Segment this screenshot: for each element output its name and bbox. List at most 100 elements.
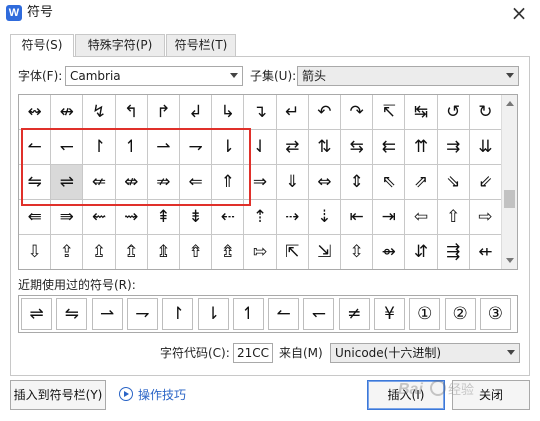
symbol-cell[interactable]: ⇪ xyxy=(51,235,84,269)
tips-link[interactable]: 操作技巧 xyxy=(119,386,186,404)
recent-symbol-cell[interactable]: ② xyxy=(444,298,476,330)
symbol-cell[interactable]: ↮ xyxy=(51,95,84,130)
symbol-cell[interactable]: ↴ xyxy=(244,95,277,130)
symbol-cell[interactable]: ⇚ xyxy=(19,200,52,235)
tab-special-chars[interactable]: 特殊字符(P) xyxy=(75,34,165,56)
symbol-cell[interactable]: ⇰ xyxy=(244,235,277,269)
symbol-cell[interactable]: ⇫ xyxy=(83,235,116,269)
symbol-cell[interactable]: ⇨ xyxy=(469,200,502,235)
symbol-cell[interactable]: ↿ xyxy=(115,130,148,165)
symbol-cell[interactable]: ↱ xyxy=(147,95,180,130)
symbol-cell[interactable]: ↺ xyxy=(437,95,470,130)
recent-symbol-cell[interactable]: ↿ xyxy=(232,298,264,330)
symbol-cell[interactable]: ⇒ xyxy=(244,165,277,200)
symbol-cell[interactable]: ⇔ xyxy=(308,165,341,200)
symbol-cell[interactable]: ↹ xyxy=(405,95,438,130)
symbol-cell[interactable]: ⇉ xyxy=(437,130,470,165)
recent-symbol-cell[interactable]: ③ xyxy=(479,298,511,330)
symbol-cell[interactable]: ⇑ xyxy=(212,165,245,200)
symbol-cell[interactable]: ⇜ xyxy=(83,200,116,235)
symbol-cell[interactable]: ↶ xyxy=(308,95,341,130)
symbol-cell[interactable]: ⇟ xyxy=(180,200,213,235)
recent-symbol-cell[interactable]: ¥ xyxy=(374,298,405,330)
symbol-cell[interactable]: ⇖ xyxy=(373,165,406,200)
symbol-cell[interactable]: ⇇ xyxy=(373,130,406,165)
symbol-cell[interactable]: ⇳ xyxy=(341,235,374,269)
symbol-cell[interactable]: ⇭ xyxy=(148,235,180,269)
symbol-cell[interactable]: ⇯ xyxy=(212,235,245,269)
symbol-cell[interactable]: ⇥ xyxy=(373,200,406,235)
symbol-cell[interactable]: ↭ xyxy=(19,95,52,130)
recent-symbol-cell[interactable]: ⇋ xyxy=(56,298,88,330)
symbol-cell[interactable]: ⇲ xyxy=(309,235,341,269)
symbol-cell[interactable]: ↸ xyxy=(373,95,406,130)
recent-symbol-cell[interactable]: ① xyxy=(409,298,441,330)
symbol-cell[interactable]: ⇃ xyxy=(244,130,277,165)
tab-symbols[interactable]: 符号(S) xyxy=(10,34,74,57)
symbol-cell[interactable]: ⇊ xyxy=(469,130,502,165)
symbol-cell[interactable]: ⇢ xyxy=(276,200,309,235)
font-select[interactable]: Cambria xyxy=(65,66,243,86)
symbol-cell[interactable]: ⇏ xyxy=(147,165,180,200)
symbol-cell[interactable]: ⇐ xyxy=(180,165,213,200)
symbol-cell[interactable]: ↲ xyxy=(180,95,213,130)
symbol-cell[interactable]: ⇬ xyxy=(116,235,148,269)
symbol-cell[interactable]: ⇠ xyxy=(212,200,245,235)
symbol-cell[interactable]: ↳ xyxy=(212,95,245,130)
symbol-cell[interactable]: ⇛ xyxy=(51,200,84,235)
symbol-cell[interactable]: ⇋ xyxy=(19,165,52,200)
symbol-cell[interactable]: ⇝ xyxy=(115,200,148,235)
symbol-cell[interactable]: ⇣ xyxy=(308,200,341,235)
symbol-cell[interactable]: ⇌ xyxy=(51,165,84,200)
symbol-grid-scrollbar[interactable] xyxy=(501,95,517,269)
recent-symbol-cell[interactable]: ≠ xyxy=(338,298,370,330)
close-icon[interactable]: × xyxy=(508,3,530,23)
char-code-input[interactable]: 21CC xyxy=(233,343,273,363)
symbol-cell[interactable]: ⇘ xyxy=(437,165,470,200)
symbol-cell[interactable]: ⇄ xyxy=(276,130,309,165)
symbol-cell[interactable]: ⇧ xyxy=(437,200,470,235)
recent-symbol-cell[interactable]: ⇂ xyxy=(197,298,229,330)
subset-select[interactable]: 箭头 xyxy=(297,66,519,86)
recent-symbol-cell[interactable]: ⇌ xyxy=(21,298,52,330)
scroll-down-icon[interactable] xyxy=(506,258,514,263)
recent-symbol-cell[interactable]: ⇁ xyxy=(126,298,158,330)
from-select[interactable]: Unicode(十六进制) xyxy=(330,343,520,363)
symbol-cell[interactable]: ↯ xyxy=(83,95,116,130)
symbol-cell[interactable]: ⇎ xyxy=(115,165,148,200)
symbol-cell[interactable]: ⇤ xyxy=(341,200,374,235)
symbol-cell[interactable]: ⇶ xyxy=(438,235,470,269)
symbol-cell[interactable]: ⇁ xyxy=(180,130,213,165)
symbol-cell[interactable]: ↼ xyxy=(19,130,52,165)
symbol-cell[interactable]: ↵ xyxy=(276,95,309,130)
symbol-cell[interactable]: ↰ xyxy=(115,95,148,130)
symbol-cell[interactable]: ⇓ xyxy=(276,165,309,200)
symbol-cell[interactable]: ⇂ xyxy=(212,130,245,165)
scroll-up-icon[interactable] xyxy=(506,101,514,106)
symbol-cell[interactable]: ⇱ xyxy=(277,235,309,269)
symbol-cell[interactable]: ⇀ xyxy=(147,130,180,165)
symbol-cell[interactable]: ⇙ xyxy=(469,165,502,200)
symbol-cell[interactable]: ⇩ xyxy=(19,235,52,269)
symbol-cell[interactable]: ⇴ xyxy=(373,235,406,269)
symbol-cell[interactable]: ↻ xyxy=(469,95,502,130)
symbol-cell[interactable]: ↷ xyxy=(341,95,374,130)
recent-symbol-cell[interactable]: ↾ xyxy=(162,298,194,330)
symbol-cell[interactable]: ⇦ xyxy=(405,200,438,235)
symbol-cell[interactable]: ↽ xyxy=(51,130,84,165)
symbol-cell[interactable]: ⇮ xyxy=(180,235,213,269)
symbol-cell[interactable]: ⇍ xyxy=(83,165,116,200)
symbol-cell[interactable]: ⇡ xyxy=(244,200,277,235)
recent-symbol-cell[interactable]: ↽ xyxy=(303,298,335,330)
symbol-cell[interactable]: ⇅ xyxy=(308,130,341,165)
scroll-thumb[interactable] xyxy=(504,190,515,208)
recent-symbol-cell[interactable]: ↼ xyxy=(268,298,300,330)
symbol-cell[interactable]: ⇷ xyxy=(470,235,502,269)
symbol-cell[interactable]: ⇆ xyxy=(341,130,374,165)
insert-to-symbol-bar-button[interactable]: 插入到符号栏(Y) xyxy=(10,380,106,410)
symbol-cell[interactable]: ⇗ xyxy=(405,165,438,200)
symbol-cell[interactable]: ⇞ xyxy=(147,200,180,235)
tab-symbol-bar[interactable]: 符号栏(T) xyxy=(166,34,236,56)
symbol-cell[interactable]: ↾ xyxy=(83,130,116,165)
symbol-cell[interactable]: ⇵ xyxy=(405,235,438,269)
